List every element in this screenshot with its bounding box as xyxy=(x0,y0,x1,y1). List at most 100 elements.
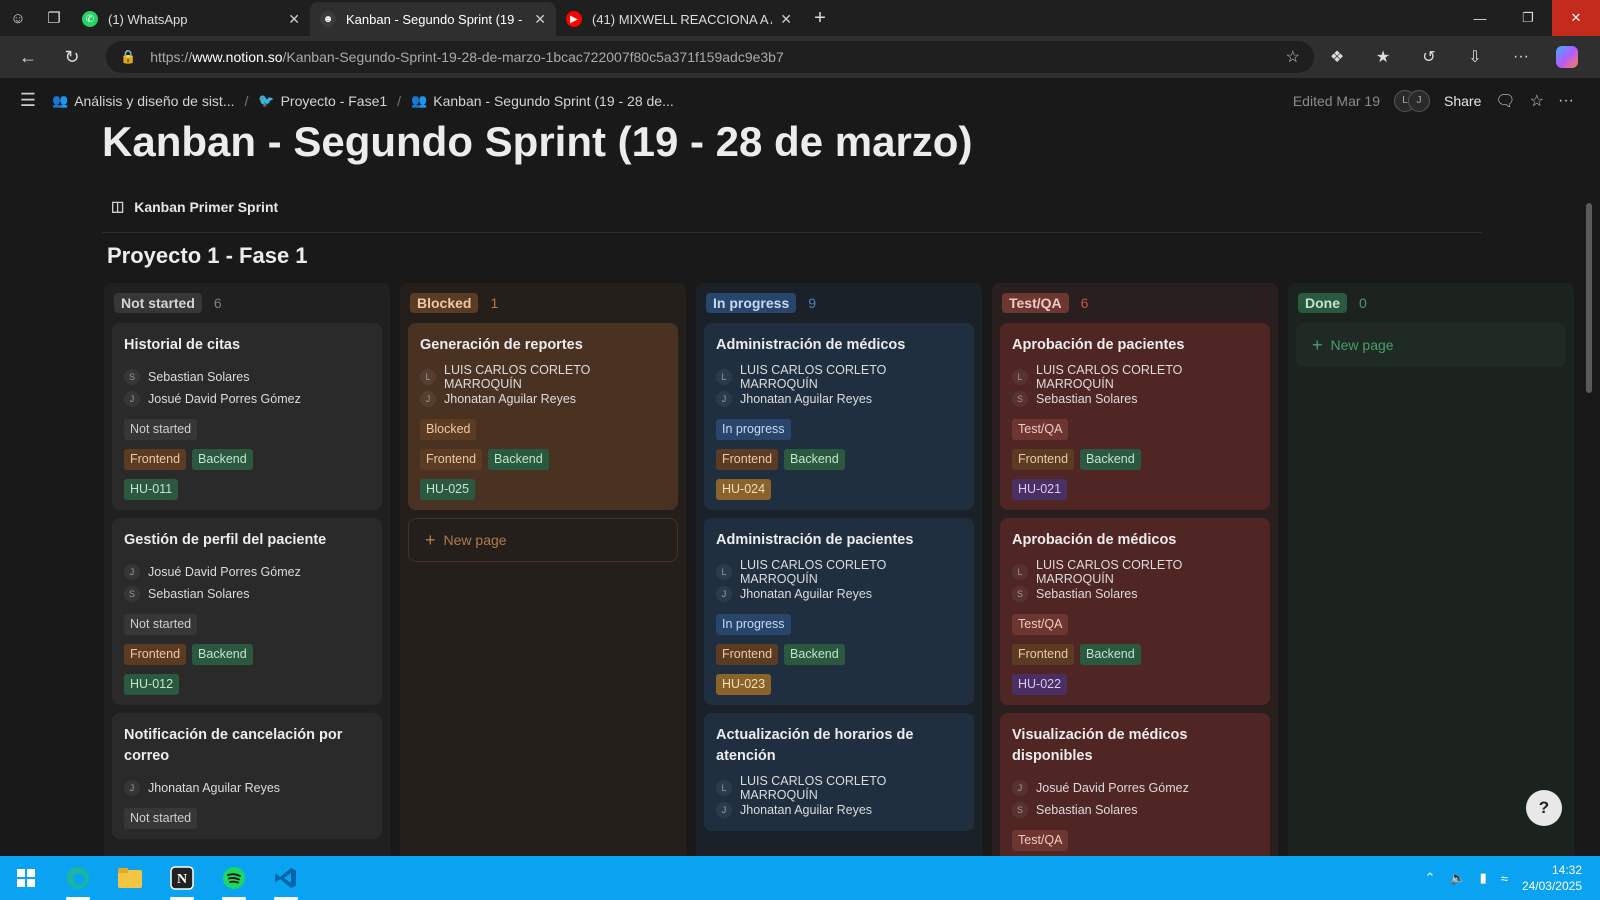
tag: HU-012 xyxy=(124,674,180,695)
chevron-up-icon[interactable]: ⌃ xyxy=(1425,870,1436,886)
kanban-card[interactable]: Generación de reportes L LUIS CARLOS CORLE… xyxy=(408,323,678,510)
edge-icon[interactable] xyxy=(52,856,104,900)
windows-taskbar: N ⌃ 🔈 ▮ ≈ 14:32 24/03/2025 xyxy=(0,856,1600,900)
extensions-icon[interactable]: ❖ xyxy=(1314,47,1360,67)
browser-tab[interactable]: ▶ (41) MIXWELL REACCIONA A APE ✕ xyxy=(556,2,802,36)
column-count: 6 xyxy=(1080,295,1089,311)
column-status-badge[interactable]: Test/QA xyxy=(1002,293,1069,313)
more-options-icon[interactable]: ··· xyxy=(1558,92,1574,110)
avatar: J xyxy=(716,586,732,602)
column-count: 9 xyxy=(808,295,817,311)
close-tab-icon[interactable]: ✕ xyxy=(780,11,792,28)
column-status-badge[interactable]: Not started xyxy=(114,293,202,313)
browser-tab[interactable]: ☻ Kanban - Segundo Sprint (19 - 28 ✕ xyxy=(310,2,556,36)
kanban-card[interactable]: Notificación de cancelación por correo J J… xyxy=(112,713,382,839)
kanban-card[interactable]: Aprobación de médicos L LUIS CARLOS CORLET… xyxy=(1000,518,1270,705)
status-row: Not started xyxy=(124,419,370,440)
workspaces-icon[interactable]: ❐ xyxy=(36,0,72,36)
tag: Frontend xyxy=(1012,644,1075,665)
assignee-name: Jhonatan Aguilar Reyes xyxy=(740,392,873,406)
tag: HU-022 xyxy=(1012,674,1068,695)
downloads-icon[interactable]: ⇩ xyxy=(1452,47,1498,67)
close-window-button[interactable]: ✕ xyxy=(1552,0,1600,36)
card-title: Generación de reportes xyxy=(420,337,583,353)
wifi-icon[interactable]: ≈ xyxy=(1501,871,1508,886)
assignee-name: LUIS CARLOS CORLETO MARROQUÍN xyxy=(1036,558,1183,586)
database-title[interactable]: Proyecto 1 - Fase 1 xyxy=(107,243,308,269)
url-field[interactable]: 🔒 https://www.notion.so/Kanban-Segundo-S… xyxy=(106,41,1314,73)
status-row: Test/QA xyxy=(1012,830,1258,851)
avatar: L xyxy=(420,369,436,385)
back-icon[interactable]: ← xyxy=(6,36,50,78)
reload-icon[interactable]: ↻ xyxy=(50,36,94,78)
story-id-row: HU-021 xyxy=(1012,479,1258,500)
browser-tab[interactable]: ✆ (1) WhatsApp ✕ xyxy=(72,2,310,36)
kanban-card[interactable]: Administración de médicos L LUIS CARLOS CO… xyxy=(704,323,974,510)
new-page-button[interactable]: + New page xyxy=(1296,323,1566,367)
assignee: J Jhonatan Aguilar Reyes xyxy=(716,799,962,821)
minimize-button[interactable]: — xyxy=(1456,0,1504,36)
vscode-icon[interactable] xyxy=(260,856,312,900)
scrollbar[interactable] xyxy=(1586,203,1592,393)
avatar: L xyxy=(1012,369,1028,385)
assignee-name: Jhonatan Aguilar Reyes xyxy=(444,392,577,406)
comments-icon[interactable]: 🗨 xyxy=(1495,91,1515,111)
assignee: J Josué David Porres Gómez xyxy=(124,561,370,583)
share-button[interactable]: Share xyxy=(1444,93,1481,109)
kanban-card[interactable]: Administración de pacientes L LUIS CARLOS … xyxy=(704,518,974,705)
assignee: J Josué David Porres Gómez xyxy=(124,388,370,410)
kanban-column: In progress 9 Administración de médicos L LU… xyxy=(696,283,982,856)
card-title: Visualización de médicos disponibles xyxy=(1012,727,1188,764)
windows-start-icon[interactable] xyxy=(0,856,52,900)
favorites-icon[interactable]: ★ xyxy=(1360,47,1406,67)
new-page-button[interactable]: + New page xyxy=(408,518,678,562)
breadcrumb-1[interactable]: 👥 Análisis y diseño de sist... xyxy=(52,93,234,109)
clock[interactable]: 14:32 24/03/2025 xyxy=(1522,862,1582,894)
kanban-card[interactable]: Aprobación de pacientes L LUIS CARLOS CORL… xyxy=(1000,323,1270,510)
column-status-badge[interactable]: Blocked xyxy=(410,293,479,313)
assignee-name: Josué David Porres Gómez xyxy=(148,565,301,579)
assignee: S Sebastian Solares xyxy=(1012,799,1258,821)
view-tab-kanban-primer-sprint[interactable]: ◫ Kanban Primer Sprint xyxy=(111,198,278,215)
kanban-card[interactable]: Gestión de perfil del paciente J Josué Dav… xyxy=(112,518,382,705)
system-tray: ⌃ 🔈 ▮ ≈ 14:32 24/03/2025 xyxy=(1425,856,1582,900)
collaborator-avatars[interactable]: L J xyxy=(1394,89,1430,112)
card-title: Actualización de horarios de atención xyxy=(716,727,914,764)
assignee: S Sebastian Solares xyxy=(124,366,370,388)
restore-button[interactable]: ❐ xyxy=(1504,0,1552,36)
close-tab-icon[interactable]: ✕ xyxy=(534,11,546,28)
address-toolbar: ← ↻ 🔒 https://www.notion.so/Kanban-Segun… xyxy=(0,36,1600,78)
people-icon: 👥 xyxy=(411,92,428,108)
column-count: 1 xyxy=(490,295,499,311)
breadcrumb-separator: / xyxy=(397,92,402,109)
menu-icon[interactable]: ☰ xyxy=(4,90,52,111)
favorite-star-icon[interactable]: ☆ xyxy=(1530,91,1544,111)
file-explorer-icon[interactable] xyxy=(104,856,156,900)
battery-icon[interactable]: ▮ xyxy=(1480,870,1487,886)
column-header: In progress 9 xyxy=(704,291,974,315)
tag: Not started xyxy=(124,419,198,440)
new-tab-button[interactable]: + xyxy=(802,0,838,36)
page-title[interactable]: Kanban - Segundo Sprint (19 - 28 de marz… xyxy=(102,118,972,166)
column-status-badge[interactable]: In progress xyxy=(706,293,797,313)
notion-ai-icon[interactable]: ? xyxy=(1526,790,1562,826)
kanban-card[interactable]: Historial de citas S Sebastian Solares J Jos… xyxy=(112,323,382,510)
close-tab-icon[interactable]: ✕ xyxy=(288,11,300,28)
divider xyxy=(102,232,1482,233)
profile-icon[interactable]: ☺ xyxy=(0,0,36,36)
tag: Test/QA xyxy=(1012,419,1069,440)
kanban-card[interactable]: Visualización de médicos disponibles J Jos… xyxy=(1000,713,1270,856)
volume-icon[interactable]: 🔈 xyxy=(1449,870,1465,886)
notion-icon[interactable]: N xyxy=(156,856,208,900)
assignee-name: Josué David Porres Gómez xyxy=(1036,781,1189,795)
more-icon[interactable]: ··· xyxy=(1498,48,1544,66)
copilot-icon[interactable] xyxy=(1544,46,1590,68)
favorite-star-icon[interactable]: ☆ xyxy=(1286,47,1300,67)
breadcrumb-3[interactable]: 👥 Kanban - Segundo Sprint (19 - 28 de... xyxy=(411,93,674,109)
spotify-icon[interactable] xyxy=(208,856,260,900)
kanban-card[interactable]: Actualización de horarios de atención L LU… xyxy=(704,713,974,831)
history-icon[interactable]: ↺ xyxy=(1406,47,1452,67)
assignee-name: LUIS CARLOS CORLETO MARROQUÍN xyxy=(444,363,591,391)
column-status-badge[interactable]: Done xyxy=(1298,293,1347,313)
breadcrumb-2[interactable]: 🐦 Proyecto - Fase1 xyxy=(258,93,387,109)
